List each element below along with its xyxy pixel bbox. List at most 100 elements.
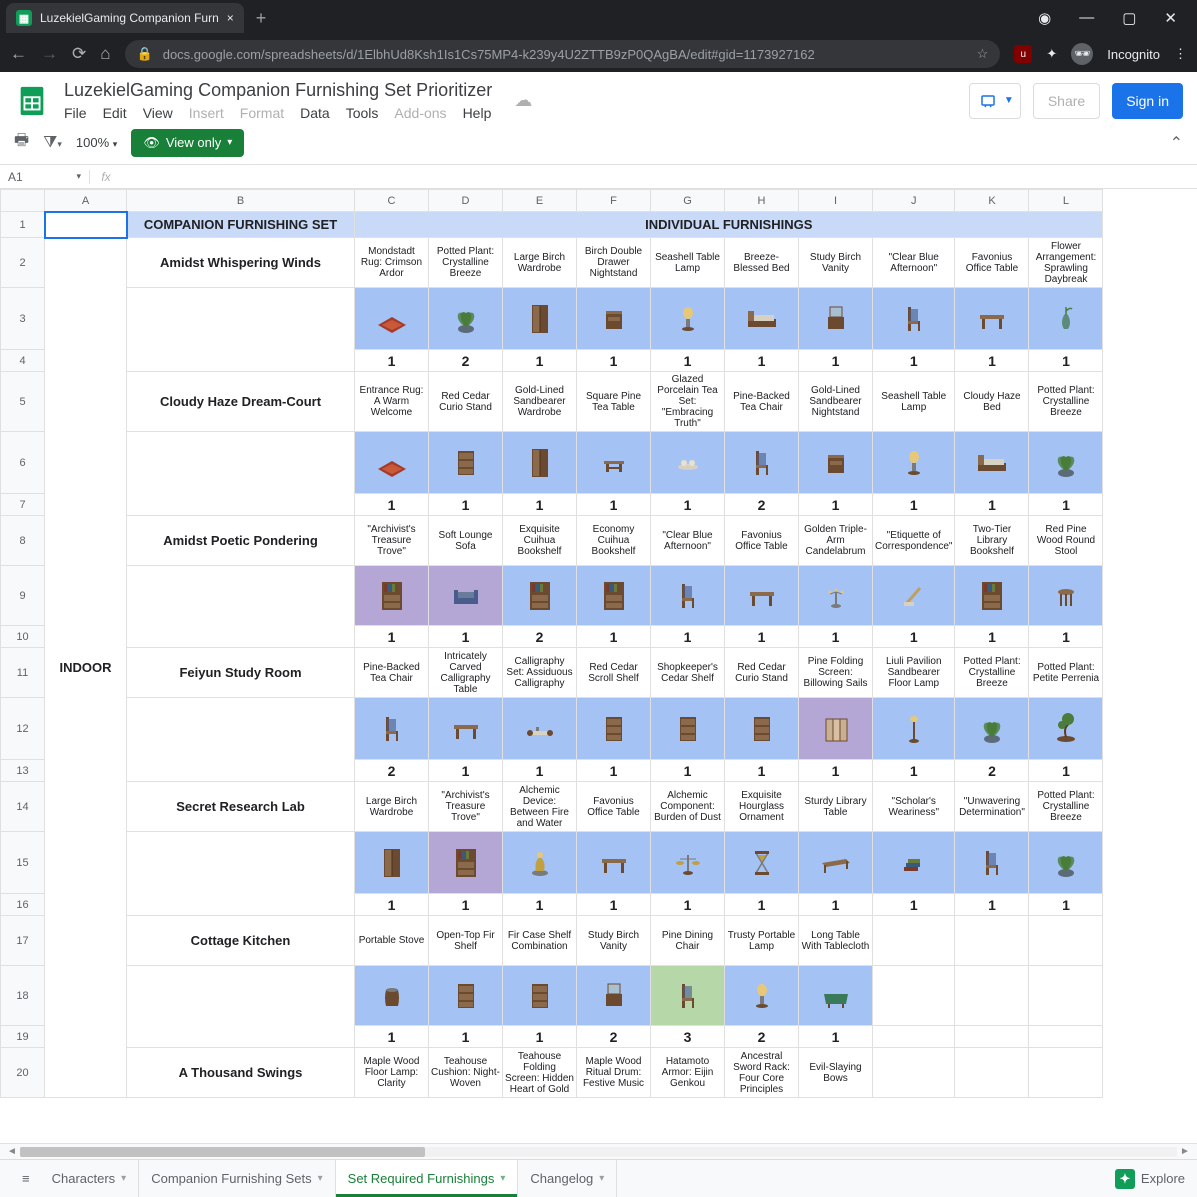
- item-name-cell[interactable]: Cloudy Haze Bed: [955, 372, 1029, 432]
- item-name-cell[interactable]: Gold-Lined Sandbearer Wardrobe: [503, 372, 577, 432]
- quantity-cell[interactable]: 1: [799, 626, 873, 648]
- item-name-cell[interactable]: Maple Wood Ritual Drum: Festive Music: [577, 1048, 651, 1098]
- quantity-cell[interactable]: 1: [651, 894, 725, 916]
- furnishing-thumbnail[interactable]: [577, 966, 651, 1026]
- quantity-cell[interactable]: 1: [429, 1026, 503, 1048]
- quantity-cell[interactable]: 1: [355, 626, 429, 648]
- quantity-cell[interactable]: 3: [651, 1026, 725, 1048]
- furnishing-thumbnail[interactable]: [355, 288, 429, 350]
- quantity-cell[interactable]: 1: [873, 626, 955, 648]
- quantity-cell[interactable]: 1: [1029, 626, 1103, 648]
- furnishing-thumbnail[interactable]: [873, 288, 955, 350]
- item-name-cell[interactable]: Intricately Carved Calligraphy Table: [429, 648, 503, 698]
- item-name-cell[interactable]: Mondstadt Rug: Crimson Ardor: [355, 238, 429, 288]
- quantity-cell[interactable]: 2: [355, 760, 429, 782]
- furnishing-thumbnail[interactable]: [955, 698, 1029, 760]
- quantity-cell[interactable]: [873, 1026, 955, 1048]
- furnishing-thumbnail[interactable]: [503, 832, 577, 894]
- chrome-account-icon[interactable]: ◉: [1038, 9, 1051, 27]
- item-name-cell[interactable]: Favonius Office Table: [955, 238, 1029, 288]
- furnishing-thumbnail[interactable]: [1029, 432, 1103, 494]
- quantity-cell[interactable]: 2: [725, 494, 799, 516]
- item-name-cell[interactable]: Red Pine Wood Round Stool: [1029, 516, 1103, 566]
- quantity-cell[interactable]: 1: [725, 760, 799, 782]
- column-header[interactable]: J: [873, 190, 955, 212]
- scroll-left-icon[interactable]: ◄: [4, 1146, 20, 1157]
- explore-icon[interactable]: ✦: [1115, 1169, 1135, 1189]
- room-preview[interactable]: [127, 966, 355, 1048]
- menu-view[interactable]: View: [143, 105, 173, 121]
- item-name-cell[interactable]: Gold-Lined Sandbearer Nightstand: [799, 372, 873, 432]
- item-name-cell[interactable]: Glazed Porcelain Tea Set: "Embracing Tru…: [651, 372, 725, 432]
- item-name-cell[interactable]: Golden Triple-Arm Candelabrum: [799, 516, 873, 566]
- item-name-cell[interactable]: Square Pine Tea Table: [577, 372, 651, 432]
- set-name-cell[interactable]: Feiyun Study Room: [127, 648, 355, 698]
- item-name-cell[interactable]: Evil-Slaying Bows: [799, 1048, 873, 1098]
- item-name-cell[interactable]: Shopkeeper's Cedar Shelf: [651, 648, 725, 698]
- row-header[interactable]: 11: [1, 648, 45, 698]
- window-close-icon[interactable]: ✕: [1164, 9, 1177, 27]
- column-header[interactable]: I: [799, 190, 873, 212]
- furnishing-thumbnail[interactable]: [503, 698, 577, 760]
- zoom-level[interactable]: 100% ▾: [76, 135, 117, 150]
- item-name-cell[interactable]: Red Cedar Curio Stand: [725, 648, 799, 698]
- item-name-cell[interactable]: Ancestral Sword Rack: Four Core Principl…: [725, 1048, 799, 1098]
- row-header[interactable]: 5: [1, 372, 45, 432]
- cell[interactable]: [45, 212, 127, 238]
- furnishing-thumbnail[interactable]: [799, 288, 873, 350]
- furnishing-thumbnail[interactable]: [955, 966, 1029, 1026]
- furnishing-thumbnail[interactable]: [873, 698, 955, 760]
- item-name-cell[interactable]: Pine-Backed Tea Chair: [355, 648, 429, 698]
- column-header[interactable]: G: [651, 190, 725, 212]
- quantity-cell[interactable]: 2: [725, 1026, 799, 1048]
- window-maximize-icon[interactable]: ▢: [1122, 9, 1136, 27]
- quantity-cell[interactable]: 1: [955, 626, 1029, 648]
- item-name-cell[interactable]: Study Birch Vanity: [577, 916, 651, 966]
- name-box[interactable]: A1 ▾: [0, 170, 90, 184]
- furnishing-thumbnail[interactable]: [725, 288, 799, 350]
- item-name-cell[interactable]: Potted Plant: Petite Perrenia: [1029, 648, 1103, 698]
- item-name-cell[interactable]: Favonius Office Table: [577, 782, 651, 832]
- furnishing-thumbnail[interactable]: [577, 698, 651, 760]
- print-icon[interactable]: 🖶: [14, 129, 29, 156]
- set-name-cell[interactable]: Secret Research Lab: [127, 782, 355, 832]
- quantity-cell[interactable]: [1029, 1026, 1103, 1048]
- nav-reload-icon[interactable]: ⟳: [72, 44, 86, 64]
- item-name-cell[interactable]: "Clear Blue Afternoon": [873, 238, 955, 288]
- ublock-icon[interactable]: u: [1014, 45, 1032, 63]
- horizontal-scrollbar[interactable]: ◄ ►: [0, 1143, 1197, 1159]
- furnishing-thumbnail[interactable]: [577, 832, 651, 894]
- furnishing-thumbnail[interactable]: [429, 966, 503, 1026]
- furnishing-thumbnail[interactable]: [503, 966, 577, 1026]
- set-name-cell[interactable]: Cottage Kitchen: [127, 916, 355, 966]
- furnishing-thumbnail[interactable]: [799, 566, 873, 626]
- item-name-cell[interactable]: Alchemic Component: Burden of Dust: [651, 782, 725, 832]
- row-header[interactable]: 19: [1, 1026, 45, 1048]
- quantity-cell[interactable]: 1: [503, 494, 577, 516]
- furnishing-thumbnail[interactable]: [873, 966, 955, 1026]
- item-name-cell[interactable]: Flower Arrangement: Sprawling Daybreak: [1029, 238, 1103, 288]
- menu-file[interactable]: File: [64, 105, 87, 121]
- furnishing-thumbnail[interactable]: [429, 698, 503, 760]
- set-name-cell[interactable]: Cloudy Haze Dream-Court: [127, 372, 355, 432]
- row-header[interactable]: 10: [1, 626, 45, 648]
- furnishing-thumbnail[interactable]: [725, 832, 799, 894]
- furnishing-thumbnail[interactable]: [355, 966, 429, 1026]
- set-name-cell[interactable]: Amidst Whispering Winds: [127, 238, 355, 288]
- furnishing-thumbnail[interactable]: [577, 432, 651, 494]
- item-name-cell[interactable]: "Archivist's Treasure Trove": [355, 516, 429, 566]
- furnishing-thumbnail[interactable]: [651, 566, 725, 626]
- item-name-cell[interactable]: Portable Stove: [355, 916, 429, 966]
- furnishing-thumbnail[interactable]: [955, 432, 1029, 494]
- item-name-cell[interactable]: "Clear Blue Afternoon": [651, 516, 725, 566]
- quantity-cell[interactable]: 1: [577, 350, 651, 372]
- set-name-cell[interactable]: A Thousand Swings: [127, 1048, 355, 1098]
- room-preview[interactable]: [127, 432, 355, 516]
- item-name-cell[interactable]: Alchemic Device: Between Fire and Water: [503, 782, 577, 832]
- extensions-icon[interactable]: ✦: [1046, 46, 1057, 62]
- column-header[interactable]: B: [127, 190, 355, 212]
- furnishing-thumbnail[interactable]: [355, 832, 429, 894]
- room-preview[interactable]: [127, 288, 355, 372]
- item-name-cell[interactable]: Teahouse Cushion: Night-Woven: [429, 1048, 503, 1098]
- quantity-cell[interactable]: 1: [355, 494, 429, 516]
